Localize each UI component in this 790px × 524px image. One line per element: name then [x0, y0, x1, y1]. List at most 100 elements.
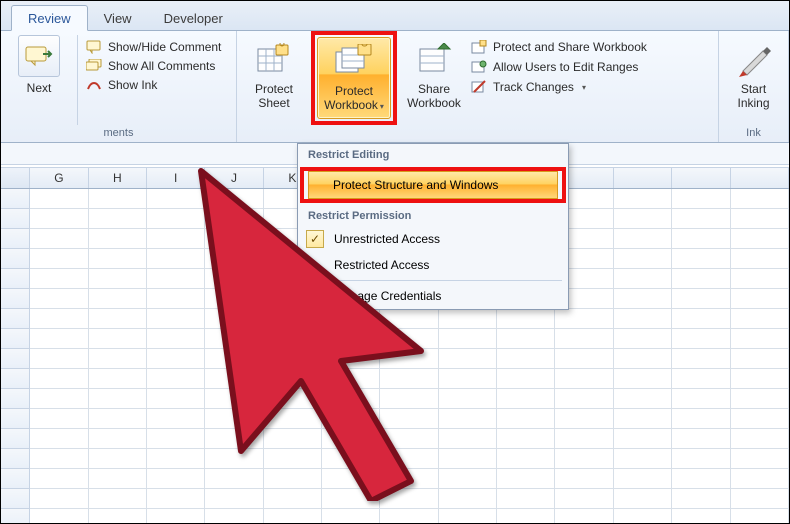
cell[interactable]	[322, 509, 380, 523]
column-header-blank[interactable]	[731, 168, 789, 188]
cell[interactable]	[30, 329, 88, 349]
cell[interactable]	[264, 349, 322, 369]
cell[interactable]	[264, 429, 322, 449]
cell[interactable]	[672, 249, 730, 269]
cell[interactable]	[614, 449, 672, 469]
cell[interactable]	[322, 389, 380, 409]
cell[interactable]	[89, 269, 147, 289]
cell[interactable]	[147, 229, 205, 249]
cell[interactable]	[322, 309, 380, 329]
cell[interactable]	[614, 289, 672, 309]
cell[interactable]	[672, 289, 730, 309]
cell[interactable]	[30, 369, 88, 389]
menu-protect-structure-windows[interactable]: Protect Structure and Windows	[308, 171, 558, 199]
cell[interactable]	[614, 409, 672, 429]
row-header[interactable]	[1, 429, 30, 449]
cell[interactable]	[497, 429, 555, 449]
cell[interactable]	[89, 289, 147, 309]
row-header[interactable]	[1, 229, 30, 249]
row-header[interactable]	[1, 189, 30, 209]
cell[interactable]	[89, 249, 147, 269]
cell[interactable]	[89, 209, 147, 229]
cell[interactable]	[731, 509, 789, 523]
cell[interactable]	[731, 189, 789, 209]
cell[interactable]	[322, 429, 380, 449]
cell[interactable]	[205, 469, 263, 489]
cell[interactable]	[439, 349, 497, 369]
cell[interactable]	[672, 389, 730, 409]
cell[interactable]	[614, 189, 672, 209]
cell[interactable]	[89, 389, 147, 409]
column-header-blank[interactable]	[614, 168, 672, 188]
cell[interactable]	[30, 229, 88, 249]
cell[interactable]	[30, 209, 88, 229]
menu-restricted-access[interactable]: Restricted Access	[298, 252, 568, 278]
cell[interactable]	[147, 249, 205, 269]
tab-developer[interactable]: Developer	[148, 6, 239, 30]
cell[interactable]	[147, 489, 205, 509]
cell[interactable]	[555, 329, 613, 349]
cell[interactable]	[147, 449, 205, 469]
cell[interactable]	[380, 469, 438, 489]
cell[interactable]	[614, 429, 672, 449]
cell[interactable]	[672, 329, 730, 349]
cell[interactable]	[497, 449, 555, 469]
cell[interactable]	[380, 369, 438, 389]
cell[interactable]	[147, 429, 205, 449]
cell[interactable]	[614, 309, 672, 329]
cell[interactable]	[147, 209, 205, 229]
cell[interactable]	[89, 329, 147, 349]
cell[interactable]	[731, 469, 789, 489]
cell[interactable]	[614, 249, 672, 269]
cell[interactable]	[439, 409, 497, 429]
show-hide-comment-button[interactable]: Show/Hide Comment	[86, 39, 221, 55]
protect-and-share-button[interactable]: Protect and Share Workbook	[471, 39, 647, 55]
cell[interactable]	[555, 309, 613, 329]
cell[interactable]	[30, 449, 88, 469]
cell[interactable]	[89, 429, 147, 449]
cell[interactable]	[205, 389, 263, 409]
cell[interactable]	[264, 449, 322, 469]
cell[interactable]	[89, 229, 147, 249]
cell[interactable]	[89, 409, 147, 429]
cell[interactable]	[380, 389, 438, 409]
cell[interactable]	[30, 189, 88, 209]
cell[interactable]	[322, 489, 380, 509]
cell[interactable]	[205, 269, 263, 289]
cell[interactable]	[672, 489, 730, 509]
cell[interactable]	[555, 509, 613, 523]
tab-view[interactable]: View	[88, 6, 148, 30]
column-header-J[interactable]: J	[205, 168, 263, 188]
menu-unrestricted-access[interactable]: ✓ Unrestricted Access	[298, 226, 568, 252]
cell[interactable]	[614, 269, 672, 289]
cell[interactable]	[731, 389, 789, 409]
row-header[interactable]	[1, 369, 30, 389]
cell[interactable]	[672, 269, 730, 289]
cell[interactable]	[205, 349, 263, 369]
cell[interactable]	[147, 349, 205, 369]
cell[interactable]	[205, 209, 263, 229]
cell[interactable]	[264, 469, 322, 489]
cell[interactable]	[555, 369, 613, 389]
cell[interactable]	[322, 469, 380, 489]
cell[interactable]	[439, 309, 497, 329]
cell[interactable]	[497, 309, 555, 329]
cell[interactable]	[497, 369, 555, 389]
cell[interactable]	[614, 369, 672, 389]
cell[interactable]	[30, 289, 88, 309]
cell[interactable]	[264, 509, 322, 523]
cell[interactable]	[380, 409, 438, 429]
cell[interactable]	[614, 489, 672, 509]
cell[interactable]	[30, 409, 88, 429]
cell[interactable]	[672, 309, 730, 329]
cell[interactable]	[672, 189, 730, 209]
cell[interactable]	[147, 269, 205, 289]
cell[interactable]	[672, 229, 730, 249]
cell[interactable]	[30, 429, 88, 449]
show-ink-button[interactable]: Show Ink	[86, 77, 221, 93]
row-header[interactable]	[1, 509, 30, 523]
show-all-comments-button[interactable]: Show All Comments	[86, 58, 221, 74]
cell[interactable]	[497, 349, 555, 369]
cell[interactable]	[497, 329, 555, 349]
cell[interactable]	[147, 309, 205, 329]
